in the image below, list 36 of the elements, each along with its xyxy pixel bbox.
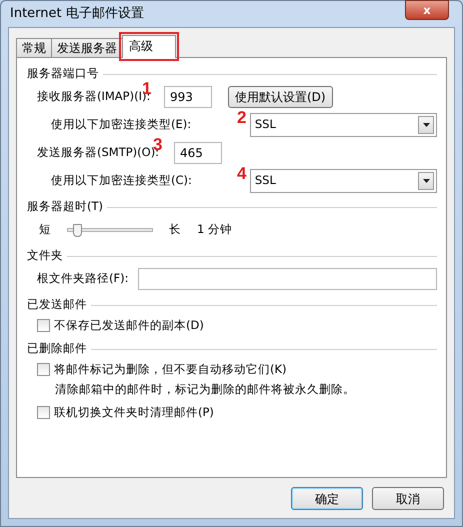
section-label: 已发送邮件 [27, 296, 87, 314]
slider-min-label: 短 [39, 221, 51, 238]
note-text: 清除邮箱中的邮件时，标记为删除的邮件将被永久删除。 [54, 381, 356, 398]
section-label: 已删除邮件 [27, 340, 87, 358]
slider-thumb[interactable] [72, 224, 82, 237]
section-label: 文件夹 [27, 247, 63, 264]
checkbox[interactable] [37, 319, 50, 332]
dialog-button[interactable]: 取消 [372, 487, 444, 510]
dropdown-arrow-icon [422, 123, 430, 127]
checkbox-label[interactable]: 将邮件标记为删除，但不要自动移动它们(K) [54, 360, 287, 378]
field-label: 使用以下加密连接类型(C): [51, 173, 192, 188]
slider-max-label: 长 [169, 221, 181, 238]
field-label: 根文件夹路径(F): [37, 270, 130, 288]
encryption-dropdown[interactable]: SSL [250, 169, 437, 193]
field-label: 使用以下加密连接类型(E): [51, 117, 192, 132]
dialog-button[interactable]: 确定 [291, 487, 363, 510]
port-field[interactable]: 465 [174, 142, 222, 164]
checkbox-label[interactable]: 联机切换文件夹时清理邮件(P) [54, 404, 214, 422]
default-settings-button[interactable]: 使用默认设置(D) [228, 86, 333, 108]
tab[interactable]: 高级 [122, 35, 176, 58]
annotation-number: 4 [237, 165, 246, 182]
tab[interactable]: 常规 [16, 38, 52, 58]
tab[interactable]: 发送服务器 [51, 38, 123, 58]
annotation-number: 2 [237, 109, 246, 126]
section-label: 服务器端口号 [27, 65, 99, 82]
close-button[interactable]: x [405, 0, 449, 20]
window-title: Internet 电子邮件设置 [9, 5, 144, 24]
checkbox[interactable] [37, 406, 50, 419]
encryption-dropdown[interactable]: SSL [250, 113, 437, 137]
checkbox-label[interactable]: 不保存已发送邮件的副本(D) [54, 316, 204, 334]
dropdown-arrow-icon [422, 179, 430, 183]
port-field[interactable]: 993 [164, 86, 212, 108]
checkbox[interactable] [37, 363, 50, 376]
root-folder-field[interactable] [138, 268, 437, 290]
timeout-value: 1 分钟 [197, 221, 232, 238]
section-label: 服务器超时(T) [27, 198, 103, 216]
